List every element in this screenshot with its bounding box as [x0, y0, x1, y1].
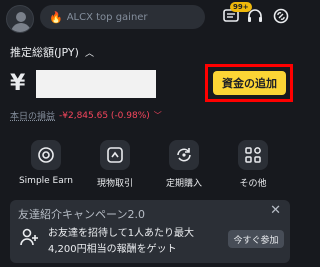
estimated-total-label[interactable]: 推定総額(JPY) ︿ [10, 44, 94, 60]
pnl-label: 本日の損益 [10, 112, 56, 122]
avatar[interactable] [6, 5, 34, 33]
headset-icon[interactable] [246, 7, 264, 25]
quick-action-simple-earn[interactable]: Simple Earn [13, 140, 79, 186]
coin-earn-icon [31, 140, 61, 170]
balance-value-masked [36, 70, 156, 98]
add-user-icon [20, 228, 38, 246]
currency-symbol: ¥ [10, 71, 26, 96]
daily-pnl[interactable]: 本日の損益 -¥2,845.65 (-0.98%) ﹀ [10, 109, 162, 123]
referral-promo-card: 友達紹介キャンペーン2.0 ✕ お友達を招待して1人あたり最大 4,200円相当… [10, 200, 290, 263]
close-icon[interactable]: ✕ [270, 204, 281, 217]
quick-action-more[interactable]: その他 [220, 140, 286, 189]
referral-icon[interactable] [272, 7, 290, 25]
join-now-button[interactable]: 今すぐ参加 [228, 230, 284, 248]
add-funds-button[interactable]: 資金の追加 [213, 71, 286, 95]
more-grid-icon [238, 140, 268, 170]
top-bar: 🔥 ALCX top gainer 99+ [0, 0, 300, 34]
quick-action-spot[interactable]: 現物取引 [82, 140, 148, 189]
promo-line-2: 4,200円相当の報酬をゲット [48, 244, 177, 255]
quick-action-recurring[interactable]: 定期購入 [151, 140, 217, 189]
chevron-up-icon: ︿ [84, 48, 94, 59]
spot-trade-icon [100, 140, 130, 170]
search-bar[interactable]: 🔥 ALCX top gainer [40, 5, 205, 29]
recurring-buy-icon [169, 140, 199, 170]
chevron-down-icon: ﹀ [153, 111, 162, 120]
promo-line-1: お友達を招待して1人あたり最大 [48, 228, 195, 239]
pnl-value: -¥2,845.65 (-0.98%) [59, 110, 150, 121]
promo-title: 友達紹介キャンペーン2.0 [18, 208, 145, 221]
fire-icon: 🔥 [49, 10, 63, 24]
search-placeholder: ALCX top gainer [66, 11, 148, 23]
